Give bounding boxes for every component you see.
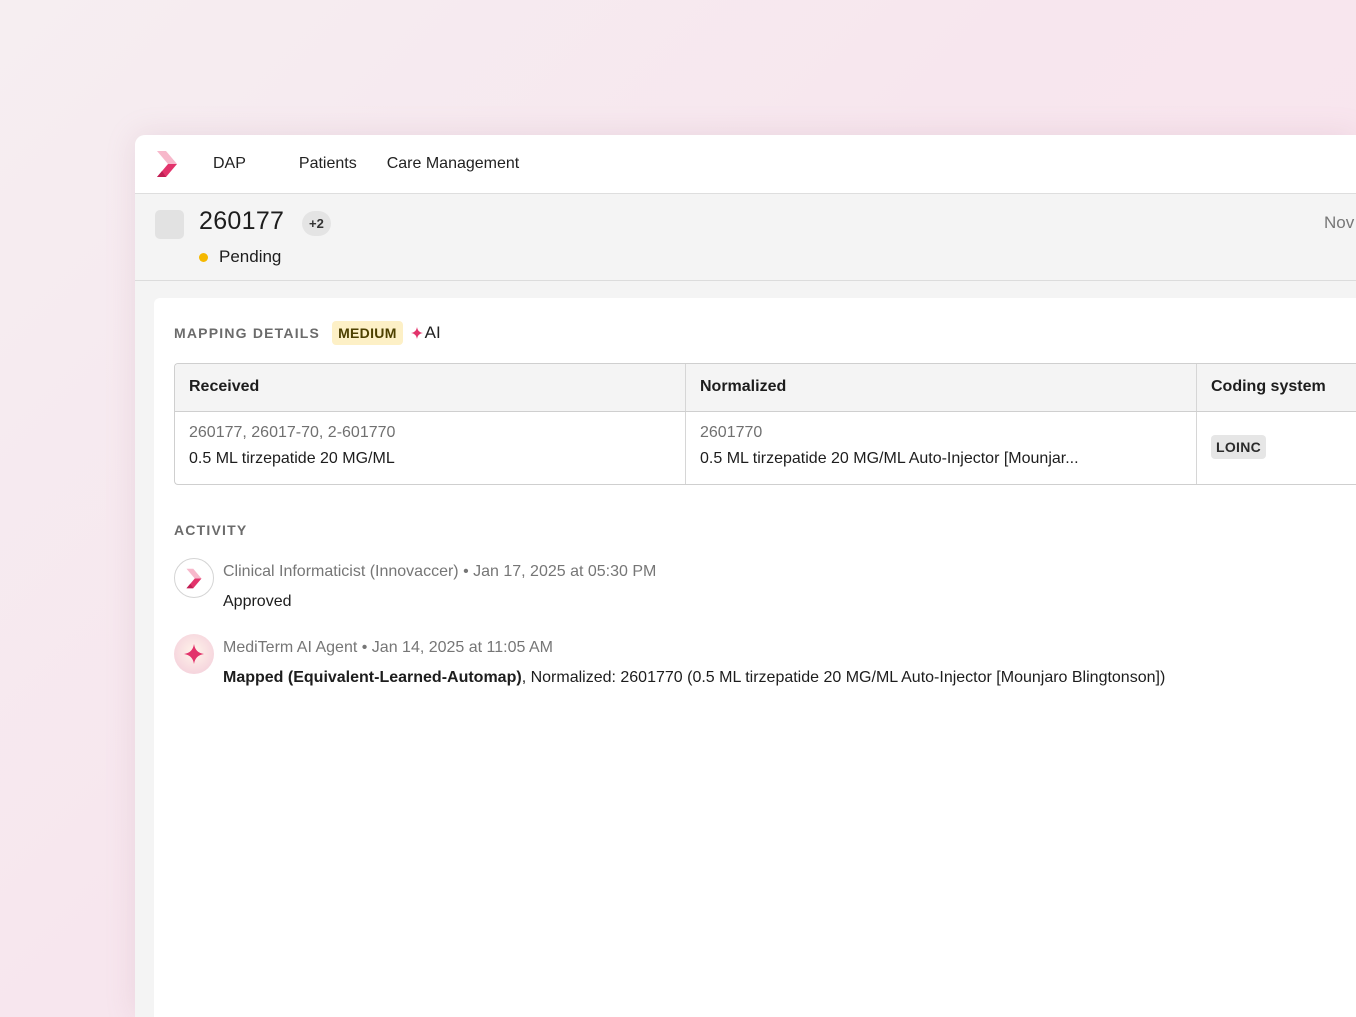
avatar: [174, 558, 214, 598]
normalized-description: 0.5 ML tirzepatide 20 MG/ML Auto-Injecto…: [700, 450, 1079, 467]
coding-system-badge: LOINC: [1211, 435, 1267, 459]
app-window: DAP Patients Care Management 260177 +2 P…: [135, 135, 1356, 1017]
normalized-code: 2601770: [700, 424, 763, 441]
activity-action: Approved: [223, 593, 292, 610]
activity-detail: , Normalized: 2601770 (0.5 ML tirzepatid…: [521, 669, 1166, 686]
innovaccer-logo-icon: [186, 568, 202, 588]
avatar: [174, 634, 214, 674]
activity-action: Mapped (Equivalent-Learned-Automap): [223, 669, 522, 686]
activity-entry: MediTerm AI Agent • Jan 14, 2025 at 11:0…: [174, 634, 1274, 694]
ai-tag: AI: [410, 323, 441, 343]
top-navigation: DAP Patients Care Management: [135, 135, 1356, 194]
activity-meta: Clinical Informaticist (Innovaccer) • Ja…: [223, 563, 657, 580]
table-header-row: Received Normalized Coding system: [175, 364, 1356, 412]
activity-entry: Clinical Informaticist (Innovaccer) • Ja…: [174, 558, 1274, 618]
received-description: 0.5 ML tirzepatide 20 MG/ML: [189, 450, 395, 467]
nav-app-name[interactable]: DAP: [213, 155, 246, 173]
activity-title: ACTIVITY: [174, 522, 248, 538]
mapping-table: Received Normalized Coding system 260177…: [174, 363, 1356, 485]
activity-timestamp: Jan 14, 2025 at 11:05 AM: [371, 639, 553, 656]
nav-item-care-management[interactable]: Care Management: [387, 155, 520, 173]
extra-codes-badge[interactable]: +2: [302, 211, 331, 236]
cell-normalized: 2601770 0.5 ML tirzepatide 20 MG/ML Auto…: [686, 412, 1197, 484]
column-header-received: Received: [175, 364, 686, 411]
status-badge: Pending: [199, 247, 281, 267]
activity-body: Approved: [223, 593, 292, 611]
activity-timestamp: Jan 17, 2025 at 05:30 PM: [473, 563, 657, 580]
mapping-details-title: MAPPING DETAILS: [174, 325, 321, 341]
cell-received: 260177, 26017-70, 2-601770 0.5 ML tirzep…: [175, 412, 686, 484]
table-row: 260177, 26017-70, 2-601770 0.5 ML tirzep…: [175, 412, 1356, 484]
app-logo-icon[interactable]: [155, 150, 179, 178]
ai-label: AI: [424, 323, 441, 342]
received-codes: 260177, 26017-70, 2-601770: [189, 424, 396, 441]
activity-meta: MediTerm AI Agent • Jan 14, 2025 at 11:0…: [223, 639, 553, 656]
confidence-badge: MEDIUM: [332, 321, 403, 345]
activity-actor: MediTerm AI Agent: [223, 639, 358, 656]
status-dot-icon: [199, 252, 208, 262]
status-label: Pending: [219, 247, 282, 266]
mapping-panel: MAPPING DETAILS MEDIUM AI Received Norma…: [154, 298, 1356, 1017]
column-header-normalized: Normalized: [686, 364, 1197, 411]
column-header-coding-system: Coding system: [1211, 378, 1326, 395]
record-header: 260177 +2 Pending Nov: [135, 194, 1356, 281]
ai-sparkle-icon: [184, 644, 204, 664]
record-select-checkbox[interactable]: [155, 210, 184, 239]
ai-sparkle-icon: [410, 327, 423, 339]
cell-coding-system: LOINC: [1197, 412, 1356, 484]
mapping-details-header: MAPPING DETAILS MEDIUM AI: [174, 321, 441, 345]
record-id: 260177: [199, 207, 285, 235]
header-date: Nov: [1324, 213, 1355, 232]
activity-actor: Clinical Informaticist (Innovaccer): [223, 563, 459, 580]
nav-item-patients[interactable]: Patients: [299, 155, 357, 173]
activity-body: Mapped (Equivalent-Learned-Automap), Nor…: [223, 669, 1165, 687]
